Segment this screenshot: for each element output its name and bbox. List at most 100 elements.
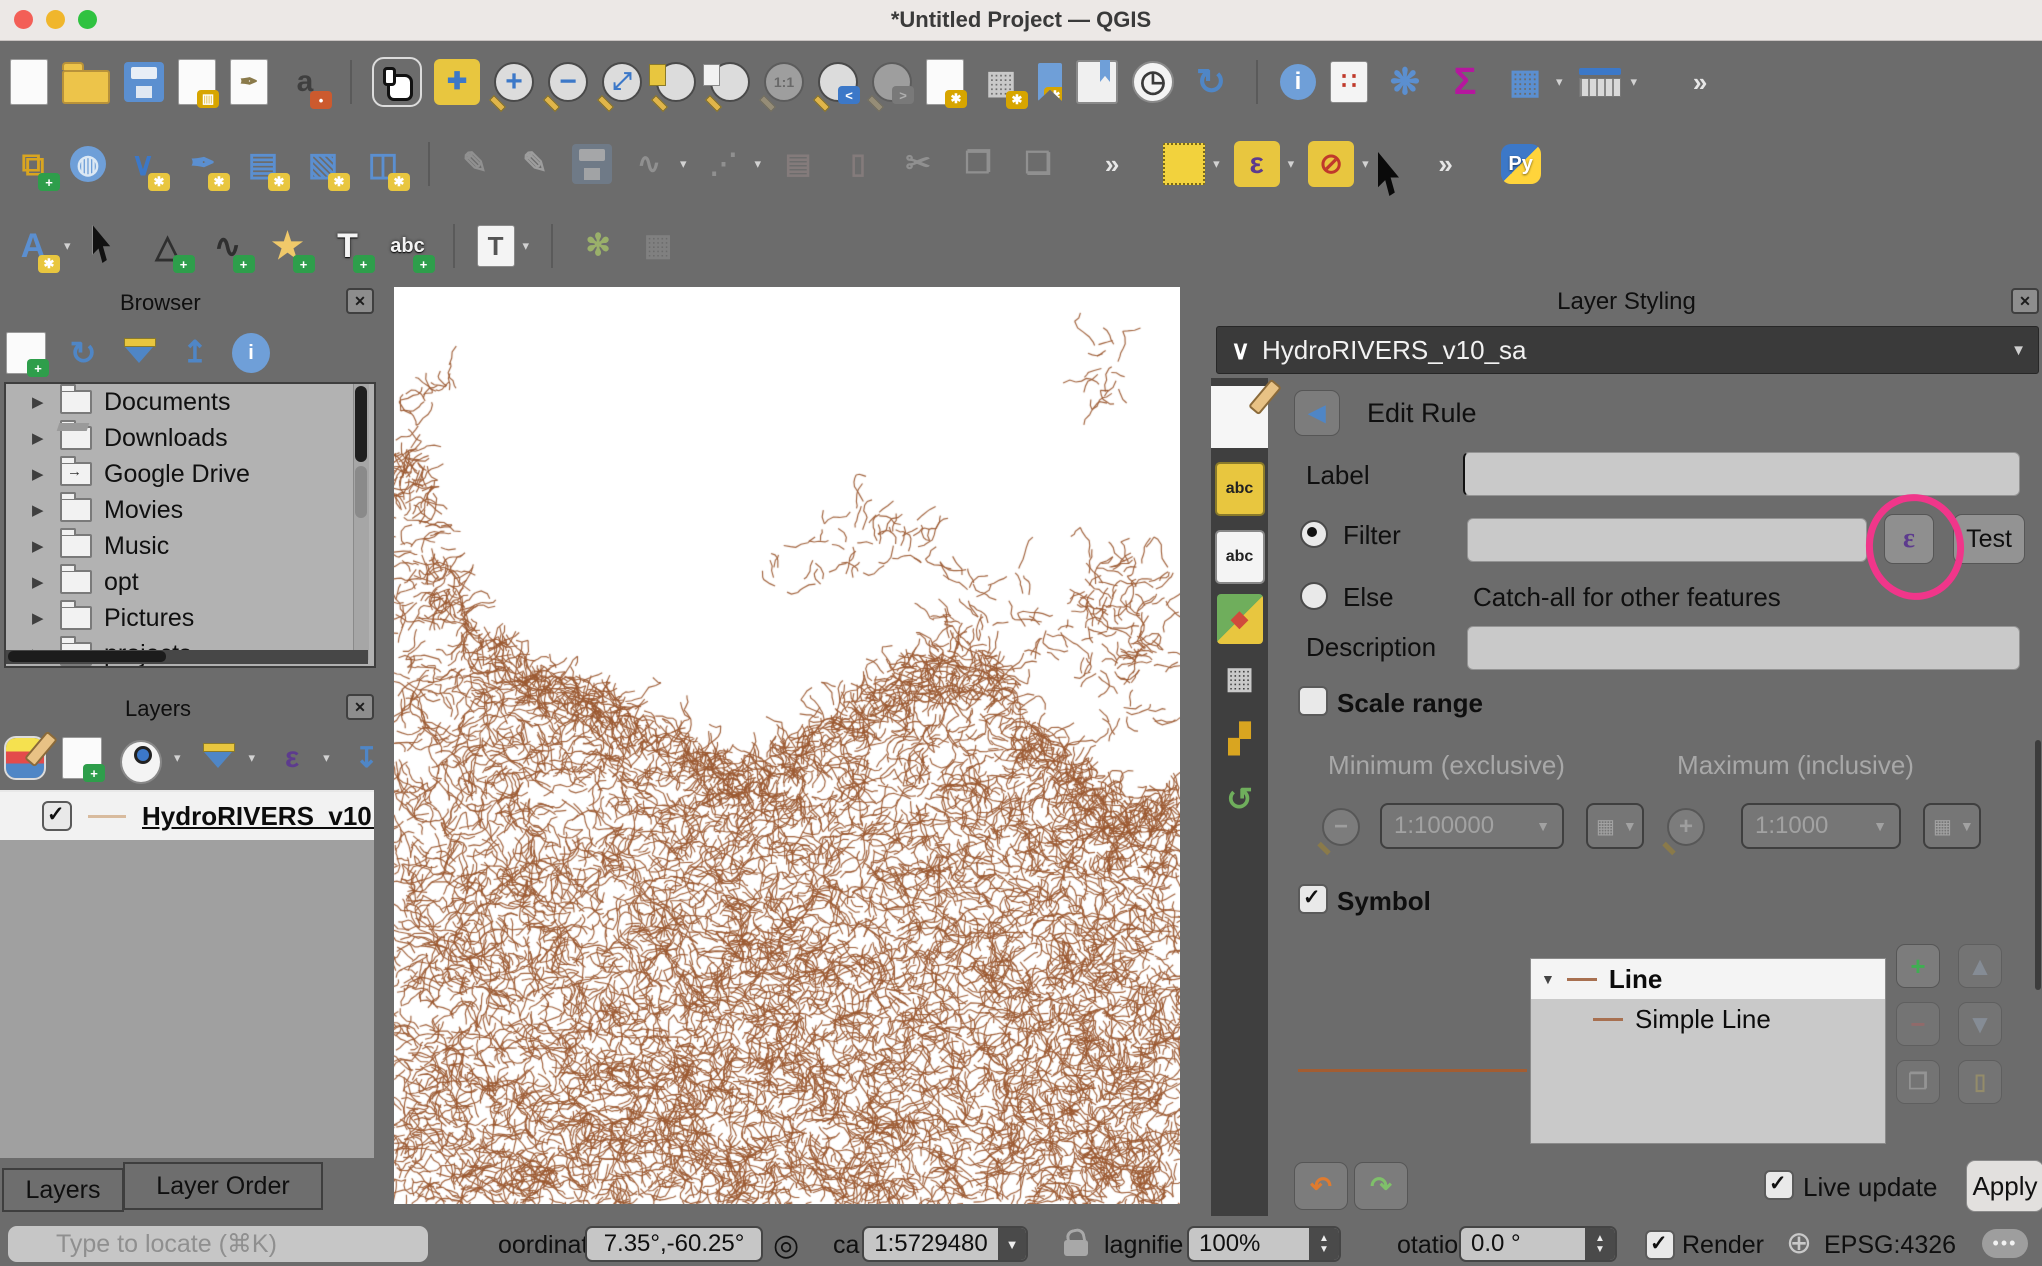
layer-row[interactable]: HydroRIVERS_v10_ <box>0 792 374 840</box>
expand-arrow-icon[interactable]: ▶ <box>32 609 48 627</box>
line-annotation-button[interactable]: ∿+ <box>205 223 251 269</box>
save-edits-button[interactable] <box>572 144 612 184</box>
styling-scrollbar[interactable] <box>2035 740 2041 990</box>
pan-to-selection-button[interactable]: ✚ <box>434 59 480 105</box>
browser-item-downloads[interactable]: ▶ Downloads <box>6 420 374 456</box>
select-by-expression-button[interactable]: ε <box>1234 141 1280 187</box>
dropdown-caret-icon[interactable]: ▾ <box>174 750 181 766</box>
else-radio[interactable] <box>1300 582 1328 610</box>
cut-features-button[interactable]: ✂ <box>895 141 941 187</box>
text-annotation-button[interactable]: T+ <box>325 223 371 269</box>
open-project-button[interactable] <box>62 70 110 104</box>
map-themes-button[interactable] <box>120 740 162 784</box>
elevation-tab[interactable]: ▞ <box>1217 714 1263 764</box>
coordinate-box[interactable]: 7.35°,-60.25° <box>585 1226 763 1262</box>
add-vector-layer-button[interactable]: ∨✱ <box>120 141 166 187</box>
undo-button[interactable]: ↶ <box>1294 1162 1348 1210</box>
symbology-tab[interactable] <box>1211 386 1268 448</box>
dropdown-caret-icon[interactable]: ▾ <box>323 750 330 766</box>
zoom-to-selection-button[interactable] <box>656 62 696 102</box>
browser-item-movies[interactable]: ▶ Movies <box>6 492 374 528</box>
deselect-features-button[interactable]: ⊘ <box>1308 141 1354 187</box>
refresh-map-button[interactable]: ↻ <box>1188 59 1234 105</box>
browser-refresh-button[interactable]: ↻ <box>64 333 102 373</box>
form-annotation-button[interactable]: abc+ <box>385 223 431 269</box>
dropdown-caret-icon[interactable]: ▾ <box>680 156 687 172</box>
masks-tab[interactable]: abc <box>1215 530 1265 584</box>
add-virtual-layer-button[interactable]: ◫✱ <box>360 141 406 187</box>
history-tab[interactable]: ↺ <box>1217 774 1263 824</box>
dropdown-caret-icon[interactable]: ▾ <box>755 156 762 172</box>
editing-overflow-button[interactable]: » <box>1089 141 1135 187</box>
map-canvas[interactable] <box>394 287 1180 1204</box>
min-extent-picker-button[interactable]: ▦▼ <box>1586 803 1644 849</box>
map-tips-button[interactable]: ✻ <box>575 223 621 269</box>
scrollbar-thumb[interactable] <box>8 651 166 662</box>
project-properties-button[interactable]: ✒ <box>230 59 268 105</box>
label-input[interactable] <box>1463 452 2020 496</box>
polygon-annotation-button[interactable]: △+ <box>145 223 191 269</box>
identify-features-button[interactable]: i <box>1280 64 1316 100</box>
filter-expression-button[interactable]: ε <box>273 738 311 778</box>
new-spatial-bookmark-button[interactable]: ✱ <box>1038 63 1062 101</box>
lock-scale-icon[interactable] <box>1064 1240 1088 1256</box>
zoom-native-button[interactable]: 1:1 <box>764 62 804 102</box>
new-3d-map-view-button[interactable]: ▦✱ <box>978 59 1024 105</box>
redo-button[interactable]: ↷ <box>1354 1162 1408 1210</box>
add-group-button[interactable]: + <box>62 737 102 779</box>
filter-legend-button[interactable] <box>199 738 237 778</box>
dropdown-caret-icon[interactable]: ▾ <box>249 750 256 766</box>
dropdown-caret-icon[interactable]: ▾ <box>523 238 530 254</box>
scrollbar-thumb[interactable] <box>355 386 367 462</box>
scale-combobox[interactable]: 1:5729480▼ <box>862 1226 1028 1262</box>
measure-button[interactable] <box>1577 64 1623 100</box>
statistical-summary-button[interactable]: ∷ <box>1330 61 1368 103</box>
open-styling-panel-button[interactable] <box>6 738 44 778</box>
crs-indicator[interactable]: EPSG:4326 <box>1824 1231 1956 1260</box>
extent-toggle-icon[interactable]: ◎ <box>773 1228 799 1263</box>
toolbar-overflow-button[interactable]: » <box>1677 59 1723 105</box>
view-3d-tab[interactable]: ◆ <box>1217 594 1263 644</box>
filter-radio[interactable] <box>1300 520 1328 548</box>
dropdown-caret-icon[interactable]: ▾ <box>1213 156 1220 172</box>
remove-symbol-layer-button[interactable]: − <box>1896 1002 1940 1046</box>
pan-map-button[interactable] <box>374 59 420 105</box>
sum-features-button[interactable]: Σ <box>1442 59 1488 105</box>
zoom-to-layer-button[interactable] <box>710 62 750 102</box>
browser-item-documents[interactable]: ▶ Documents <box>6 384 374 420</box>
expand-arrow-icon[interactable]: ▶ <box>32 501 48 519</box>
browser-vertical-scrollbar[interactable] <box>353 384 369 660</box>
attribute-table-button[interactable]: ▦ <box>1502 59 1548 105</box>
dropdown-caret-icon[interactable]: ▾ <box>1556 74 1563 90</box>
browser-item-google-drive[interactable]: ▶ Google Drive <box>6 456 374 492</box>
rotation-spinbox[interactable]: 0.0 °▲▼ <box>1459 1226 1617 1262</box>
styling-close-icon[interactable]: ✕ <box>2011 288 2039 314</box>
dropdown-caret-icon[interactable]: ▾ <box>64 238 71 254</box>
layers-close-icon[interactable]: ✕ <box>346 694 374 720</box>
zoom-next-button[interactable]: > <box>872 62 912 102</box>
save-project-button[interactable] <box>124 62 164 102</box>
tab-layers[interactable]: Layers <box>2 1168 124 1212</box>
zoom-full-extent-button[interactable]: ⤢ <box>602 62 642 102</box>
dropdown-caret-icon[interactable]: ▾ <box>1631 74 1638 90</box>
balloon-annotation-button[interactable]: T <box>477 225 515 267</box>
processing-toolbox-button[interactable]: ❋ <box>1382 59 1428 105</box>
temporal-controller-button[interactable]: ◷ <box>1132 61 1174 103</box>
copy-features-button[interactable]: ❐ <box>955 141 1001 187</box>
select-annotation-button[interactable] <box>85 223 131 269</box>
layer-selector-dropdown[interactable]: ∨ HydroRIVERS_v10_sa ▼ <box>1216 326 2039 374</box>
select-features-button[interactable] <box>1163 143 1205 185</box>
expand-arrow-icon[interactable]: ▶ <box>32 429 48 447</box>
browser-horizontal-scrollbar[interactable] <box>6 650 368 664</box>
duplicate-symbol-layer-button[interactable]: ❐ <box>1896 1060 1940 1104</box>
expand-arrow-icon[interactable]: ▶ <box>32 537 48 555</box>
layer-visibility-checkbox[interactable] <box>42 801 72 831</box>
stepper-icon[interactable]: ▲▼ <box>1585 1228 1615 1260</box>
move-down-button[interactable]: ▼ <box>1958 1002 2002 1046</box>
expand-collapse-button[interactable]: ↧ <box>348 738 386 778</box>
python-console-button[interactable]: Py <box>1501 144 1541 184</box>
magnifier-spinbox[interactable]: 100%▲▼ <box>1187 1226 1341 1262</box>
filter-expression-input[interactable] <box>1467 518 1867 562</box>
expand-arrow-icon[interactable]: ▶ <box>32 465 48 483</box>
marker-annotation-button[interactable]: ★+ <box>265 223 311 269</box>
